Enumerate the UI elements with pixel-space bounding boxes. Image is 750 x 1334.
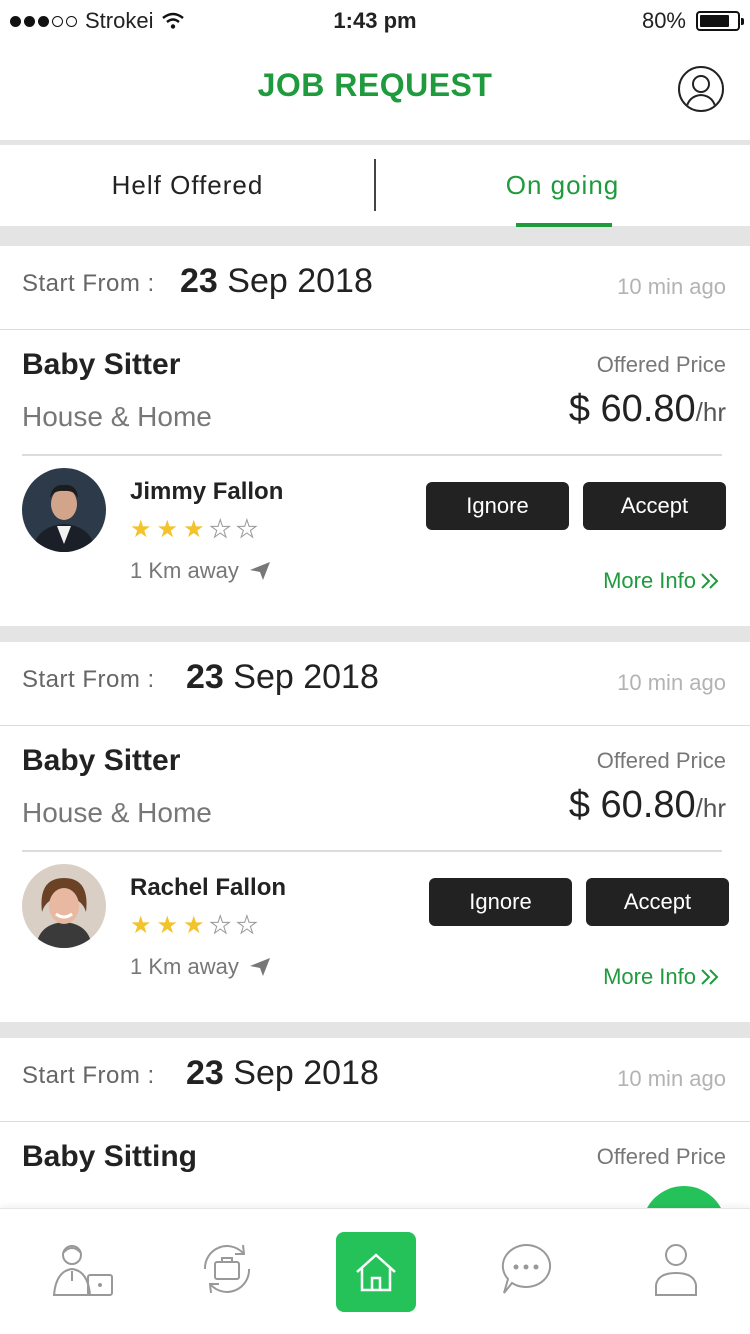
ignore-button[interactable]: Ignore xyxy=(426,482,569,530)
offered-price-label: Offered Price xyxy=(596,1144,726,1169)
start-date: 23 Sep 2018 xyxy=(186,658,379,696)
avatar[interactable] xyxy=(22,468,106,552)
job-category: House & Home xyxy=(22,797,212,828)
accept-button[interactable]: Accept xyxy=(583,482,726,530)
battery-icon xyxy=(696,11,744,31)
time-ago: 10 min ago xyxy=(617,670,726,695)
distance: 1 Km away xyxy=(130,954,271,980)
battery-percent: 80% xyxy=(641,8,686,33)
bottom-nav xyxy=(0,1208,750,1334)
job-card: Start From : 23 Sep 2018 10 min ago Baby… xyxy=(0,1038,750,1208)
nav-item-home[interactable] xyxy=(336,1232,416,1312)
status-bar: Strokei 1:43 pm 80% xyxy=(0,0,750,42)
start-from-label: Start From : xyxy=(22,1062,155,1089)
card-date-row: Start From : 23 Sep 2018 10 min ago xyxy=(0,1038,750,1122)
briefcase-sync-icon xyxy=(203,1244,251,1294)
job-title: Baby Sitter xyxy=(22,348,181,381)
page-title: JOB REQUEST xyxy=(257,67,493,103)
star-filled-icon: ★ xyxy=(130,516,152,543)
user-icon xyxy=(685,75,717,110)
star-filled-icon: ★ xyxy=(183,912,205,939)
time-ago: 10 min ago xyxy=(617,1066,726,1091)
double-chevron-right-icon xyxy=(701,573,719,589)
star-filled-icon: ★ xyxy=(130,912,152,939)
job-card: Start From : 23 Sep 2018 10 min ago Baby… xyxy=(0,642,750,1022)
more-info-link[interactable]: More Info xyxy=(603,964,720,990)
star-filled-icon: ★ xyxy=(156,516,179,543)
offered-price: $ 60.80/hr xyxy=(568,388,726,430)
tab-on-going[interactable]: On going xyxy=(375,145,750,227)
status-right: 80% xyxy=(641,8,744,34)
offered-price: $ 60.80/hr xyxy=(568,784,726,826)
offered-price-label: Offered Price xyxy=(596,352,726,377)
profile-button[interactable] xyxy=(678,66,724,112)
star-empty-icon: ★ xyxy=(236,912,258,939)
rating-stars: ★ ★ ★ ★ ★ xyxy=(130,516,258,543)
accept-button[interactable]: Accept xyxy=(586,878,729,926)
person-name: Rachel Fallon xyxy=(130,874,287,901)
divider xyxy=(22,454,722,456)
chat-icon xyxy=(501,1243,552,1294)
home-icon xyxy=(356,1253,396,1292)
double-chevron-right-icon xyxy=(701,969,719,985)
star-filled-icon: ★ xyxy=(156,912,179,939)
active-tab-indicator xyxy=(516,223,612,227)
time-ago: 10 min ago xyxy=(617,274,726,299)
rating-stars: ★ ★ ★ ★ ★ xyxy=(130,912,258,939)
nav-item-worker[interactable] xyxy=(50,1237,114,1301)
start-from-label: Start From : xyxy=(22,270,155,297)
divider xyxy=(22,850,722,852)
card-date-row: Start From : 23 Sep 2018 10 min ago xyxy=(0,642,750,726)
ignore-button[interactable]: Ignore xyxy=(429,878,572,926)
worker-desk-icon xyxy=(52,1245,113,1296)
nav-item-jobs[interactable] xyxy=(195,1237,259,1301)
status-time: 1:43 pm xyxy=(333,8,417,33)
card-date-row: Start From : 23 Sep 2018 10 min ago xyxy=(0,246,750,330)
person-name: Jimmy Fallon xyxy=(130,478,284,505)
job-category: House & Home xyxy=(22,401,212,432)
start-from-label: Start From : xyxy=(22,666,155,693)
app-header: JOB REQUEST xyxy=(0,42,750,140)
start-date: 23 Sep 2018 xyxy=(186,1054,379,1092)
star-filled-icon: ★ xyxy=(183,516,205,543)
user-icon xyxy=(655,1244,697,1296)
avatar[interactable] xyxy=(22,864,106,948)
tab-bar: Helf Offered On going xyxy=(0,144,750,227)
job-title: Baby Sitter xyxy=(22,744,181,777)
tab-help-offered[interactable]: Helf Offered xyxy=(0,145,375,227)
nav-item-profile[interactable] xyxy=(644,1237,708,1301)
offered-price-label: Offered Price xyxy=(596,748,726,773)
job-title: Baby Sitting xyxy=(22,1140,198,1173)
nav-item-chat[interactable] xyxy=(494,1237,558,1301)
send-icon xyxy=(249,958,270,976)
distance: 1 Km away xyxy=(130,558,271,584)
star-empty-icon: ★ xyxy=(209,516,232,543)
start-date: 23 Sep 2018 xyxy=(180,262,373,300)
send-icon xyxy=(249,562,270,580)
star-empty-icon: ★ xyxy=(209,912,232,939)
more-info-link[interactable]: More Info xyxy=(603,568,720,594)
job-card: Start From : 23 Sep 2018 10 min ago Baby… xyxy=(0,246,750,626)
star-empty-icon: ★ xyxy=(236,516,258,543)
